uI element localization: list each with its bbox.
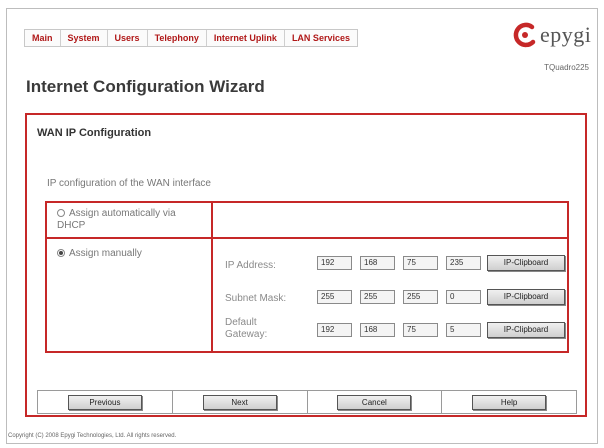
ip-address-octet-1[interactable]: 192	[317, 256, 352, 270]
radio-assign-manual[interactable]: Assign manually	[57, 248, 142, 260]
next-button[interactable]: Next	[202, 394, 277, 410]
subnet-mask-clipboard-button[interactable]: IP-Clipboard	[487, 289, 565, 305]
panel-title: WAN IP Configuration	[37, 127, 152, 139]
radio-assign-automatic[interactable]: Assign automatically via DHCP	[57, 208, 176, 232]
menu-item-main[interactable]: Main	[25, 30, 61, 46]
menu-item-system[interactable]: System	[61, 30, 108, 46]
menu-item-telephony[interactable]: Telephony	[148, 30, 207, 46]
ip-address-octet-2[interactable]: 168	[360, 256, 395, 270]
button-cell-help: Help	[442, 391, 576, 413]
ip-address-label: IP Address:	[225, 260, 276, 271]
page-title: Internet Configuration Wizard	[26, 77, 265, 96]
previous-button[interactable]: Previous	[67, 394, 142, 410]
epygi-logo: epygi	[512, 22, 591, 48]
radio-auto-label-line1: Assign automatically via	[69, 208, 176, 219]
button-cell-previous: Previous	[38, 391, 173, 413]
device-model: TQuadro225	[544, 63, 589, 72]
cancel-button[interactable]: Cancel	[337, 394, 412, 410]
ip-options-table: Assign automatically via DHCP Assign man…	[45, 201, 569, 353]
ip-address-octet-4[interactable]: 235	[446, 256, 481, 270]
gateway-label: Default Gateway:	[225, 317, 267, 341]
subnet-mask-octet-4[interactable]: 0	[446, 290, 481, 304]
radio-manual-label: Assign manually	[69, 248, 142, 259]
menu-item-lan-services[interactable]: LAN Services	[285, 30, 357, 46]
column-divider	[211, 203, 213, 351]
ip-address-clipboard-button[interactable]: IP-Clipboard	[487, 255, 565, 271]
logo-swoosh-icon	[512, 22, 538, 48]
subnet-mask-octet-3[interactable]: 255	[403, 290, 438, 304]
copyright-notice: Copyright (C) 2008 Epygi Technologies, L…	[8, 433, 177, 439]
subnet-mask-label: Subnet Mask:	[225, 293, 287, 304]
menu-item-users[interactable]: Users	[108, 30, 148, 46]
radio-auto-icon[interactable]	[57, 209, 65, 217]
menu-item-internet-uplink[interactable]: Internet Uplink	[207, 30, 285, 46]
button-cell-cancel: Cancel	[308, 391, 443, 413]
help-button[interactable]: Help	[472, 394, 547, 410]
gateway-octet-2[interactable]: 168	[360, 323, 395, 337]
subnet-mask-octet-2[interactable]: 255	[360, 290, 395, 304]
gateway-octet-1[interactable]: 192	[317, 323, 352, 337]
gateway-label-line2: Gateway:	[225, 329, 268, 340]
radio-auto-label-line2: DHCP	[57, 220, 86, 231]
radio-manual-icon[interactable]	[57, 249, 65, 257]
gateway-label-line1: Default	[225, 317, 257, 328]
gateway-clipboard-button[interactable]: IP-Clipboard	[487, 322, 565, 338]
wizard-button-bar: Previous Next Cancel Help	[37, 390, 577, 414]
section-label: IP configuration of the WAN interface	[47, 178, 211, 189]
button-cell-next: Next	[173, 391, 308, 413]
logo-text: epygi	[540, 22, 592, 47]
wan-config-panel: WAN IP Configuration IP configuration of…	[25, 113, 587, 417]
gateway-octet-4[interactable]: 5	[446, 323, 481, 337]
main-menu: Main System Users Telephony Internet Upl…	[24, 29, 358, 47]
subnet-mask-octet-1[interactable]: 255	[317, 290, 352, 304]
ip-address-octet-3[interactable]: 75	[403, 256, 438, 270]
gateway-octet-3[interactable]: 75	[403, 323, 438, 337]
